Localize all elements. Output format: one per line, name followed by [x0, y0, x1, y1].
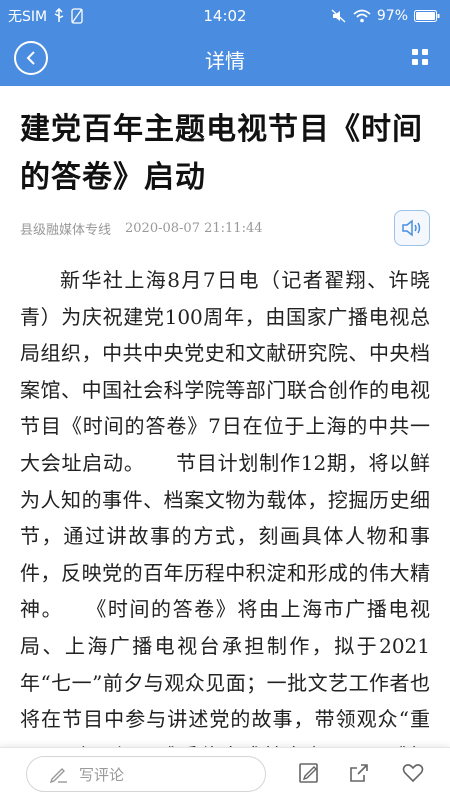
mute-icon — [331, 9, 346, 23]
article-content: 建党百年主题电视节目《时间的答卷》启动 县级融媒体专线 2020-08-07 2… — [0, 86, 450, 748]
article-meta: 县级融媒体专线 2020-08-07 21:11:44 — [20, 210, 430, 246]
status-bar: 无SIM 14:02 97% — [0, 0, 450, 32]
audio-speaker-icon — [402, 219, 421, 237]
article-title: 建党百年主题电视节目《时间的答卷》启动 — [20, 112, 423, 195]
edit-icon — [299, 763, 318, 783]
article-body: 新华社上海8月7日电（记者翟翔、许晓青）为庆祝建党100周年，由国家广播电视总局… — [20, 268, 430, 748]
audio-button[interactable] — [394, 210, 430, 246]
share-icon — [350, 764, 368, 782]
page-title: 详情 — [205, 49, 245, 73]
share-button[interactable] — [346, 760, 372, 786]
battery-percent: 97% — [376, 8, 408, 24]
comment-input[interactable]: 写评论 — [26, 756, 266, 792]
status-right: 97% — [331, 8, 440, 24]
comment-placeholder: 写评论 — [79, 765, 125, 784]
navbar: 详情 — [0, 32, 450, 86]
more-grid-icon[interactable] — [412, 49, 432, 69]
battery-icon — [414, 10, 440, 22]
like-button[interactable] — [400, 760, 426, 786]
edit-button[interactable] — [296, 760, 322, 786]
article-datetime: 2020-08-07 21:11:44 — [125, 220, 263, 236]
wifi-icon — [353, 9, 371, 23]
bottom-bar: 写评论 — [0, 747, 450, 800]
article-source: 县级融媒体专线 — [20, 222, 112, 238]
pencil-icon — [49, 768, 67, 784]
heart-icon — [402, 764, 424, 783]
